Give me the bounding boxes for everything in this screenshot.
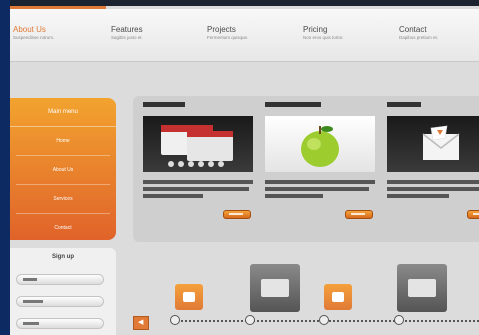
nav-item-about-us[interactable]: About Us Suspendisse rutrum. — [13, 25, 54, 40]
chat-bubble-icon — [408, 279, 436, 297]
signup-field-2[interactable] — [16, 296, 104, 307]
nav-item-subtitle: Non eros quis tortor. — [303, 35, 344, 40]
card-text-line — [387, 180, 479, 184]
card-text-line — [265, 187, 369, 191]
signup-field-1[interactable] — [16, 274, 104, 285]
nav-item-subtitle: Dapibus pretium et. — [399, 35, 439, 40]
signup-box: Sign up — [10, 248, 116, 335]
card-title-placeholder — [265, 102, 321, 107]
nav-item-title: Contact — [399, 25, 427, 34]
nav-item-title: Pricing — [303, 25, 328, 34]
timeline-node[interactable] — [170, 315, 180, 325]
website-mockup: About Us Suspendisse rutrum. Features Sa… — [10, 0, 479, 335]
browser-window-icon — [161, 125, 233, 167]
chat-bubble-orange[interactable] — [175, 284, 203, 310]
read-more-button[interactable] — [467, 210, 479, 219]
chat-bubble-orange[interactable] — [324, 284, 352, 310]
timeline-node[interactable] — [319, 315, 329, 325]
card-text-line — [265, 194, 323, 198]
chat-bubble-gray[interactable] — [397, 264, 447, 312]
card-title-placeholder — [143, 102, 185, 107]
card-text-line — [265, 180, 375, 184]
nav-item-title: Projects — [207, 25, 236, 34]
timeline-node[interactable] — [245, 315, 255, 325]
sidebar-header: Main menu — [10, 98, 116, 127]
card-text-line — [387, 187, 479, 191]
apple-icon — [301, 126, 339, 167]
nav-item-title: Features — [111, 25, 143, 34]
card-thumbnail-3[interactable] — [387, 116, 479, 172]
read-more-button[interactable] — [223, 210, 251, 219]
nav-item-pricing[interactable]: Pricing Non eros quis tortor. — [303, 25, 344, 40]
nav-item-title: About Us — [13, 25, 46, 34]
timeline-node[interactable] — [394, 315, 404, 325]
card-text-line — [143, 194, 203, 198]
nav-item-subtitle: Fermentum quisque. — [207, 35, 249, 40]
sidebar-item-services[interactable]: Services — [16, 185, 110, 214]
sidebar-item-contact[interactable]: Contact — [16, 214, 110, 242]
sidebar-item-about-us[interactable]: About Us — [16, 156, 110, 185]
chat-bubble-icon — [261, 279, 289, 297]
envelope-icon — [422, 125, 460, 160]
chat-bubble-icon — [183, 292, 195, 302]
card-text-line — [143, 187, 249, 191]
nav-item-projects[interactable]: Projects Fermentum quisque. — [207, 25, 248, 40]
nav-item-features[interactable]: Features Sagittis justo et. — [111, 25, 143, 40]
nav-item-subtitle: Suspendisse rutrum. — [13, 35, 55, 40]
nav-item-contact[interactable]: Contact Dapibus pretium et. — [399, 25, 438, 40]
card-text-line — [387, 194, 449, 198]
card-title-placeholder — [387, 102, 421, 107]
nav-item-subtitle: Sagittis justo et. — [111, 35, 143, 40]
card-thumbnail-2[interactable] — [265, 116, 375, 172]
signup-title: Sign up — [52, 254, 74, 260]
chat-bubble-gray[interactable] — [250, 264, 300, 312]
read-more-button[interactable] — [345, 210, 373, 219]
card-text-line — [143, 180, 253, 184]
main-navigation: About Us Suspendisse rutrum. Features Sa… — [10, 9, 479, 62]
sidebar-item-home[interactable]: Home — [16, 127, 110, 156]
card-thumbnail-1[interactable] — [143, 116, 253, 172]
arrow-left-icon: ◀ — [138, 319, 144, 326]
content-panel — [133, 96, 479, 242]
signup-field-3[interactable] — [16, 318, 104, 329]
sidebar-menu: Main menu Home About Us Services Contact — [10, 98, 116, 240]
chat-bubble-icon — [332, 292, 344, 302]
scroll-left-button[interactable]: ◀ — [133, 316, 149, 330]
